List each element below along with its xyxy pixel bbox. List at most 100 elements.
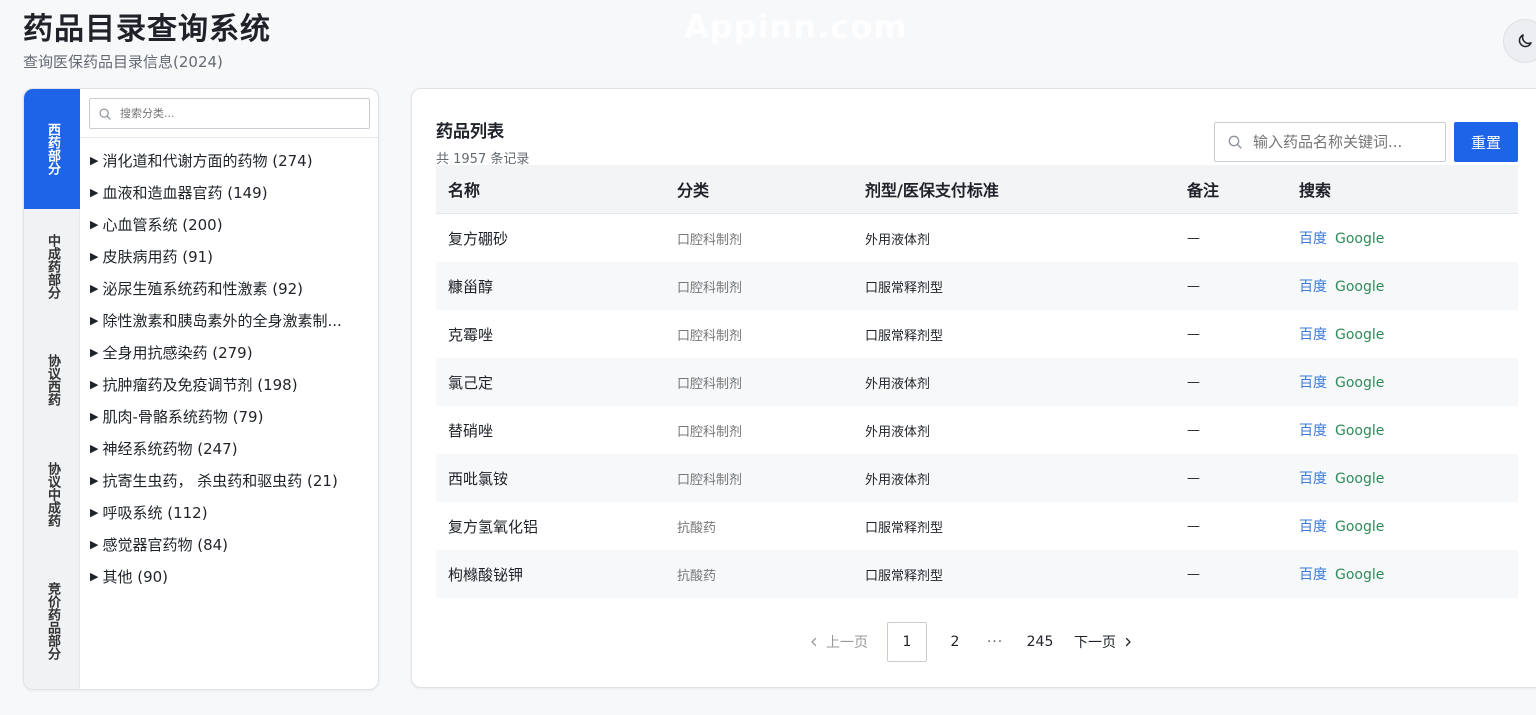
column-header-note: 备注 xyxy=(1187,181,1220,200)
category-item[interactable]: ▶ 神经系统药物 (247) xyxy=(90,432,375,464)
category-label: 抗寄生虫药， 杀虫药和驱虫药 (21) xyxy=(102,471,338,490)
category-label: 感觉器官药物 (84) xyxy=(102,535,229,554)
google-link[interactable]: Google xyxy=(1335,375,1384,391)
drug-note: — xyxy=(1187,230,1200,246)
google-link[interactable]: Google xyxy=(1335,567,1384,583)
drug-form: 外用液体剂 xyxy=(865,424,931,440)
category-search xyxy=(89,98,370,129)
google-link[interactable]: Google xyxy=(1335,519,1384,535)
table-row: 西吡氯铵 口腔科制剂 外用液体剂 — 百度 Google xyxy=(436,454,1518,502)
drug-note: — xyxy=(1187,518,1200,534)
drug-search-input[interactable] xyxy=(1253,133,1433,151)
drug-name: 复方硼砂 xyxy=(448,229,509,248)
drug-note: — xyxy=(1187,326,1200,342)
tab-label: 协议中成药 xyxy=(45,461,60,527)
drug-note: — xyxy=(1187,278,1200,294)
pagination: 上一页 1 2 ··· 245 下一页 xyxy=(807,622,1137,662)
tab-label: 中成药部分 xyxy=(45,233,60,299)
baidu-link[interactable]: 百度 xyxy=(1299,567,1327,583)
drug-note: — xyxy=(1187,422,1200,438)
baidu-link[interactable]: 百度 xyxy=(1299,327,1327,343)
drug-table: 名称 分类 剂型/医保支付标准 备注 搜索 复方硼砂 口腔科制剂 外用液体剂 —… xyxy=(436,165,1518,598)
column-header-name: 名称 xyxy=(448,181,481,200)
tab-chinese-patent-medicine[interactable]: 中成药部分 xyxy=(24,209,80,323)
table-row: 复方氢氧化铝 抗酸药 口服常释剂型 — 百度 Google xyxy=(436,502,1518,550)
drug-form: 外用液体剂 xyxy=(865,376,931,392)
baidu-link[interactable]: 百度 xyxy=(1299,423,1327,439)
category-label: 神经系统药物 (247) xyxy=(102,439,238,458)
drug-category: 抗酸药 xyxy=(677,520,717,536)
google-link[interactable]: Google xyxy=(1335,423,1384,439)
drug-note: — xyxy=(1187,374,1200,390)
prev-page-button[interactable]: 上一页 xyxy=(807,622,869,662)
google-link[interactable]: Google xyxy=(1335,327,1384,343)
baidu-link[interactable]: 百度 xyxy=(1299,519,1327,535)
page-button-last[interactable]: 245 xyxy=(1015,622,1065,662)
caret-right-icon: ▶ xyxy=(90,185,99,199)
google-link[interactable]: Google xyxy=(1335,231,1384,247)
category-item[interactable]: ▶ 消化道和代谢方面的药物 (274) xyxy=(90,144,375,176)
caret-right-icon: ▶ xyxy=(90,281,99,295)
category-label: 心血管系统 (200) xyxy=(102,215,223,234)
drug-name: 氯己定 xyxy=(448,373,494,392)
drug-note: — xyxy=(1187,566,1200,582)
reset-button[interactable]: 重置 xyxy=(1454,122,1518,162)
category-item[interactable]: ▶ 抗肿瘤药及免疫调节剂 (198) xyxy=(90,368,375,400)
search-links: 百度 Google xyxy=(1299,372,1518,392)
category-item[interactable]: ▶ 其他 (90) xyxy=(90,560,375,592)
drug-category: 口腔科制剂 xyxy=(677,472,743,488)
caret-right-icon: ▶ xyxy=(90,537,99,551)
next-page-button[interactable]: 下一页 xyxy=(1071,622,1137,662)
table-row: 克霉唑 口腔科制剂 口服常释剂型 — 百度 Google xyxy=(436,310,1518,358)
table-row: 替硝唑 口腔科制剂 外用液体剂 — 百度 Google xyxy=(436,406,1518,454)
google-link[interactable]: Google xyxy=(1335,279,1384,295)
table-row: 氯己定 口腔科制剂 外用液体剂 — 百度 Google xyxy=(436,358,1518,406)
caret-right-icon: ▶ xyxy=(90,441,99,455)
caret-right-icon: ▶ xyxy=(90,153,99,167)
tab-negotiated-chinese[interactable]: 协议中成药 xyxy=(24,437,80,551)
section-tab-rail: 西药部分 中成药部分 协议西药 协议中成药 竞价药品部分 xyxy=(24,89,80,689)
table-row: 枸橼酸铋钾 抗酸药 口服常释剂型 — 百度 Google xyxy=(436,550,1518,598)
column-header-form: 剂型/医保支付标准 xyxy=(865,181,999,200)
tab-label: 协议西药 xyxy=(45,354,60,406)
category-item[interactable]: ▶ 全身用抗感染药 (279) xyxy=(90,336,375,368)
category-label: 抗肿瘤药及免疫调节剂 (198) xyxy=(102,375,298,394)
category-label: 全身用抗感染药 (279) xyxy=(102,343,253,362)
theme-toggle-button[interactable] xyxy=(1503,19,1536,63)
drug-name: 枸橼酸铋钾 xyxy=(448,565,524,584)
tab-negotiated-western[interactable]: 协议西药 xyxy=(24,323,80,437)
baidu-link[interactable]: 百度 xyxy=(1299,231,1327,247)
drug-form: 口服常释剂型 xyxy=(865,568,944,584)
caret-right-icon: ▶ xyxy=(90,569,99,583)
category-item[interactable]: ▶ 皮肤病用药 (91) xyxy=(90,240,375,272)
tab-western-medicine[interactable]: 西药部分 xyxy=(24,89,80,209)
category-item[interactable]: ▶ 肌肉-骨骼系统药物 (79) xyxy=(90,400,375,432)
category-list: ▶ 消化道和代谢方面的药物 (274) ▶ 血液和造血器官药 (149) ▶ 心血管系… xyxy=(90,144,375,592)
category-item[interactable]: ▶ 呼吸系统 (112) xyxy=(90,496,375,528)
category-item[interactable]: ▶ 抗寄生虫药， 杀虫药和驱虫药 (21) xyxy=(90,464,375,496)
baidu-link[interactable]: 百度 xyxy=(1299,471,1327,487)
pagination-ellipsis[interactable]: ··· xyxy=(975,622,1015,662)
search-links: 百度 Google xyxy=(1299,516,1518,536)
category-item[interactable]: ▶ 血液和造血器官药 (149) xyxy=(90,176,375,208)
baidu-link[interactable]: 百度 xyxy=(1299,279,1327,295)
drug-category: 口腔科制剂 xyxy=(677,328,743,344)
category-item[interactable]: ▶ 感觉器官药物 (84) xyxy=(90,528,375,560)
search-links: 百度 Google xyxy=(1299,564,1518,584)
google-link[interactable]: Google xyxy=(1335,471,1384,487)
search-links: 百度 Google xyxy=(1299,468,1518,488)
drug-category: 口腔科制剂 xyxy=(677,232,743,248)
drug-form: 口服常释剂型 xyxy=(865,520,944,536)
category-item[interactable]: ▶ 泌尿生殖系统药和性激素 (92) xyxy=(90,272,375,304)
baidu-link[interactable]: 百度 xyxy=(1299,375,1327,391)
search-links: 百度 Google xyxy=(1299,420,1518,440)
chevron-left-icon xyxy=(811,637,817,647)
category-item[interactable]: ▶ 除性激素和胰岛素外的全身激素制... xyxy=(90,304,375,336)
category-item[interactable]: ▶ 心血管系统 (200) xyxy=(90,208,375,240)
page-button-2[interactable]: 2 xyxy=(935,622,975,662)
watermark: Appinn.com xyxy=(684,8,908,46)
category-search-input[interactable] xyxy=(120,107,350,120)
drug-category: 口腔科制剂 xyxy=(677,280,743,296)
page-button-1[interactable]: 1 xyxy=(887,622,927,662)
tab-bidding-drugs[interactable]: 竞价药品部分 xyxy=(24,551,80,689)
